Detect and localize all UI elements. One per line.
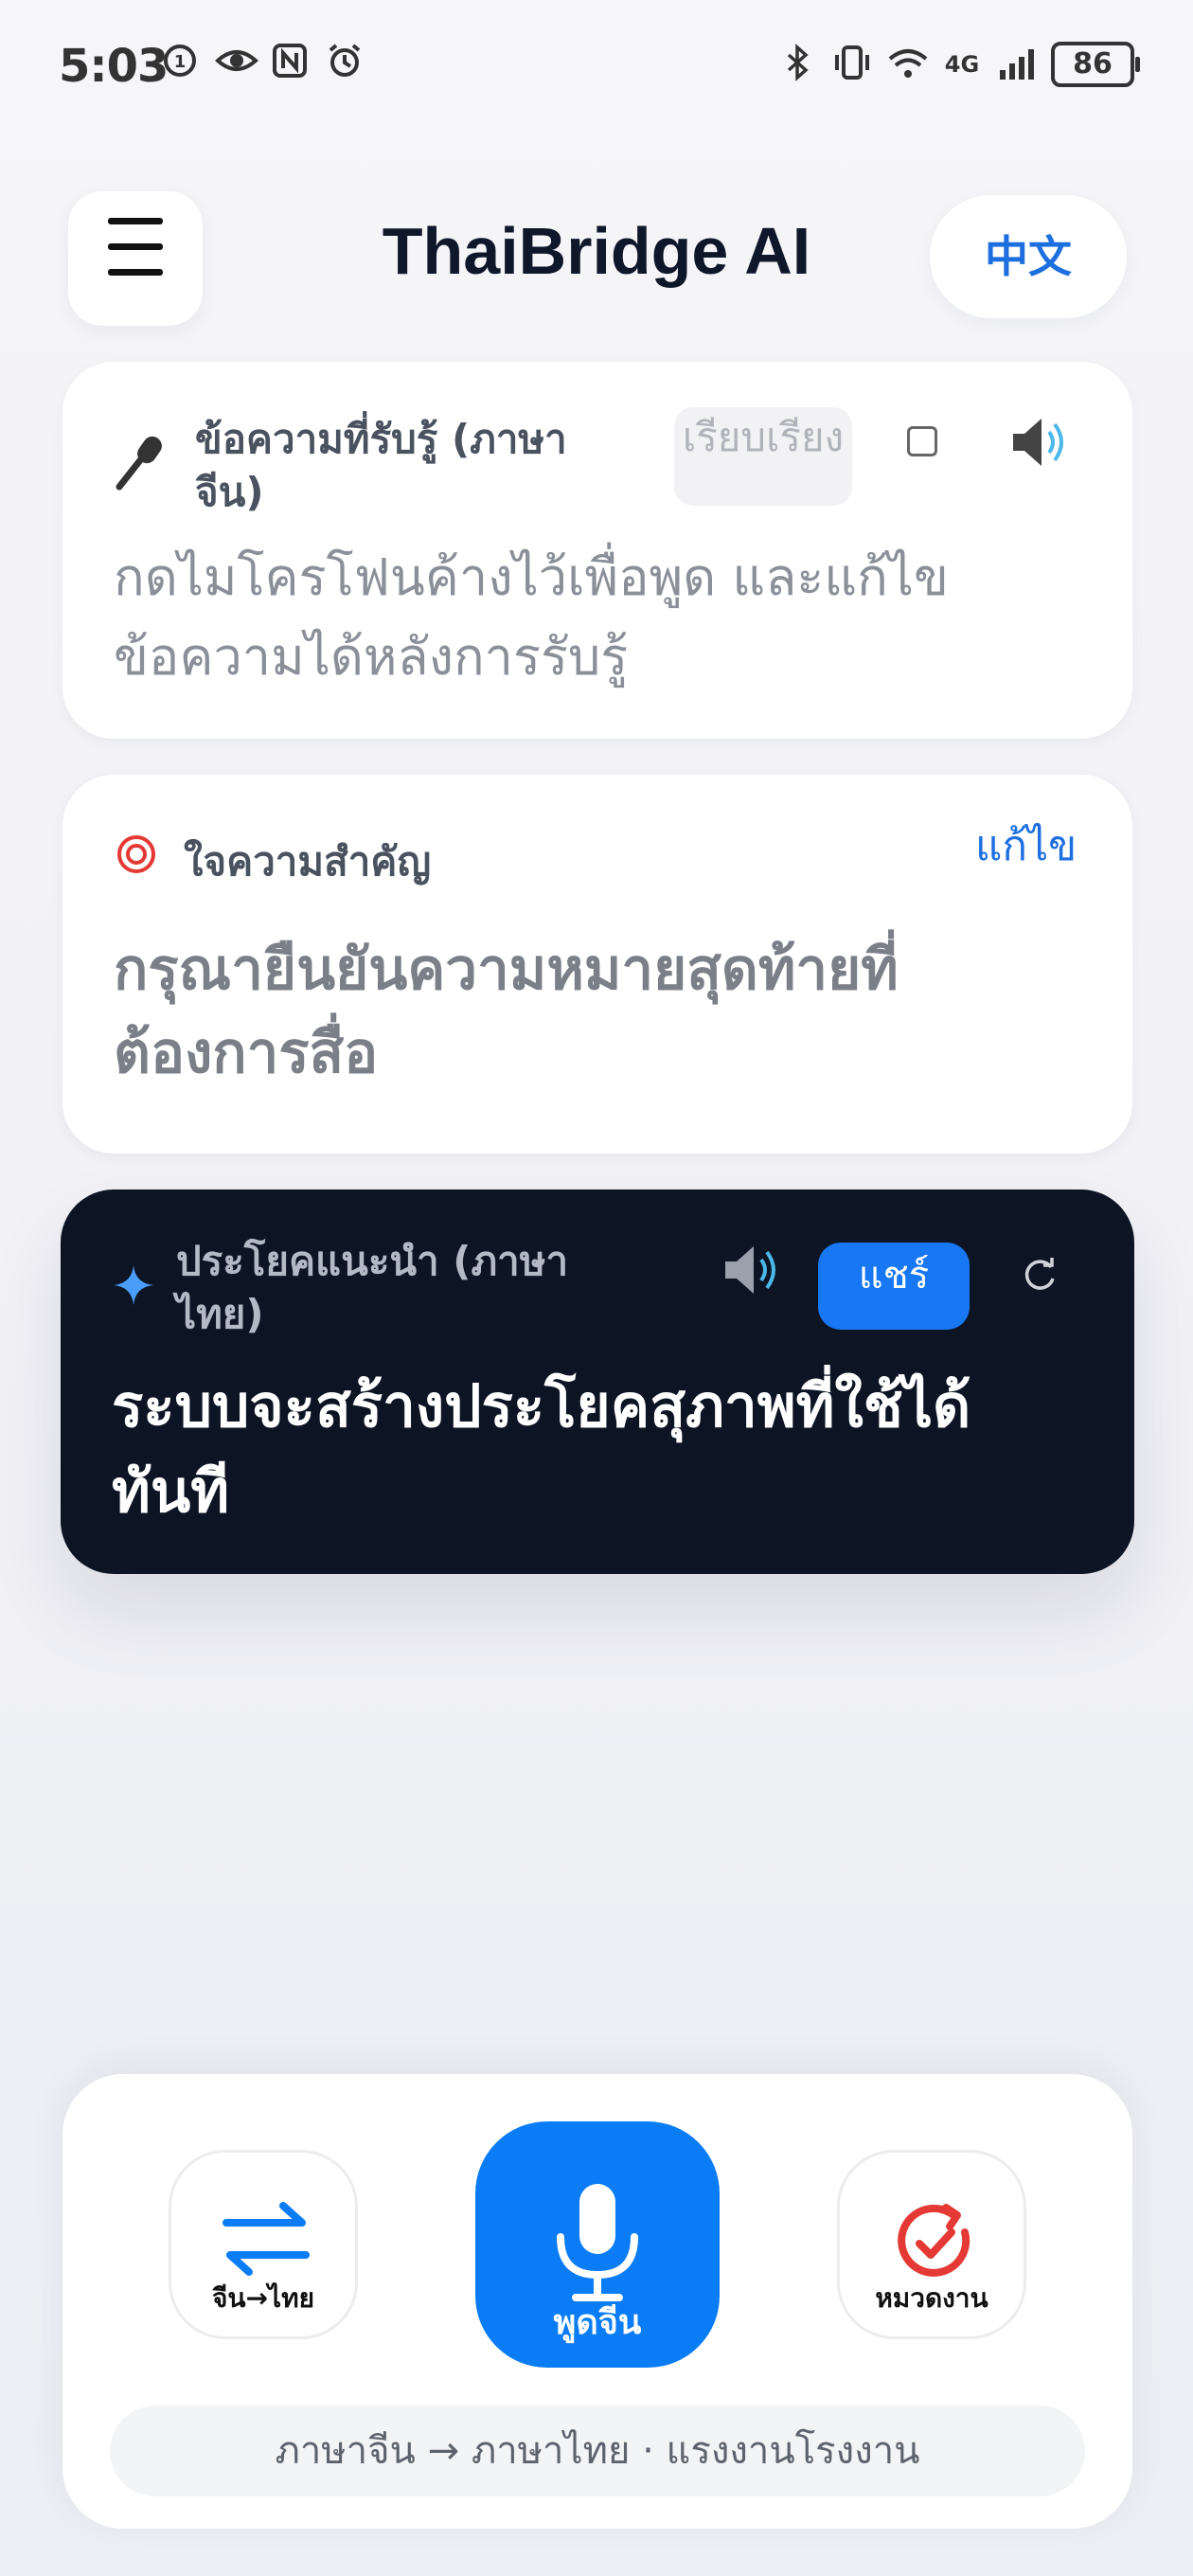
recognized-placeholder[interactable]: กดไมโครโฟนค้างไว้เพื่อพูด และแก้ไขข้อควา… (114, 538, 1023, 697)
swap-direction-label: จีน→ไทย (212, 2282, 314, 2314)
status-time: 5:03 (59, 40, 169, 93)
speaker-icon[interactable] (1006, 409, 1072, 475)
refresh-icon[interactable] (1019, 1254, 1060, 1296)
status-icons-left: 1 (159, 42, 365, 83)
bluetooth-icon (776, 44, 818, 85)
microphone-icon (557, 2184, 638, 2301)
category-refresh-check-icon (898, 2204, 970, 2277)
swap-arrows-icon (223, 2202, 310, 2276)
eye-icon (214, 42, 258, 83)
status-icons-right: 4G 86 (776, 42, 1140, 87)
job-category-label: หมวดงาน (875, 2282, 988, 2314)
nfc-icon (269, 42, 311, 83)
main-meaning-text: กรุณายืนยันความหมายสุดท้ายที่ต้องการสื่อ (114, 937, 899, 1086)
language-toggle-button[interactable]: 中文 (930, 195, 1127, 318)
speak-chinese-label: พูดจีน (553, 2303, 642, 2342)
signal-icon (996, 44, 1038, 85)
recognized-label: ข้อความที่รับรู้ (ภาษาจีน) (195, 416, 567, 515)
rearrange-button[interactable]: เรียบเรียง (674, 407, 852, 506)
edit-link[interactable]: แก้ไข (975, 813, 1077, 879)
microphone-icon (116, 436, 162, 491)
swap-direction-button[interactable]: จีน→ไทย (169, 2150, 358, 2339)
auto-checkbox[interactable] (907, 426, 937, 456)
data-saver-icon: 1 (159, 42, 201, 83)
alarm-icon (324, 42, 365, 83)
signal-4g-icon: 4G (944, 51, 980, 78)
speaker-icon[interactable] (718, 1237, 784, 1303)
vibrate-icon (831, 44, 873, 85)
mode-summary-bar: ภาษาจีน → ภาษาไทย · แรงงานโรงงาน (110, 2406, 1085, 2496)
sparkle-icon (114, 1265, 153, 1305)
share-button[interactable]: แชร์ (818, 1243, 970, 1330)
main-meaning-label: ใจความสำคัญ (184, 838, 432, 885)
battery-indicator: 86 (1051, 42, 1140, 87)
suggestion-label: ประโยคแนะนำ (ภาษาไทย) (176, 1238, 569, 1337)
svg-text:1: 1 (174, 52, 187, 72)
suggestion-text: ระบบจะสร้างประโยคสุภาพที่ใช้ได้ทันที (112, 1371, 971, 1526)
wifi-icon (886, 44, 928, 85)
job-category-button[interactable]: หมวดงาน (837, 2150, 1026, 2339)
target-icon (117, 835, 155, 873)
speak-chinese-button[interactable]: พูดจีน (475, 2121, 720, 2368)
